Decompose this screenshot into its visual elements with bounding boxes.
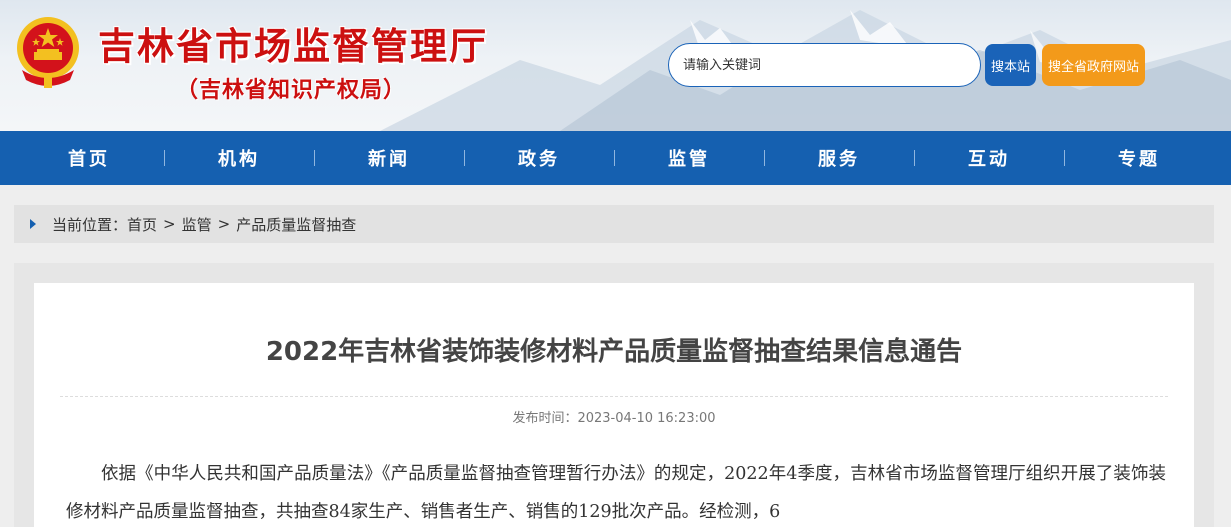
search-site-button[interactable]: 搜本站 bbox=[985, 44, 1036, 86]
triangle-right-icon bbox=[30, 219, 36, 229]
search-box bbox=[668, 43, 981, 87]
nav-item-interaction[interactable]: 互动 bbox=[914, 131, 1064, 185]
nav-item-home[interactable]: 首页 bbox=[14, 131, 164, 185]
nav-item-supervision[interactable]: 监管 bbox=[614, 131, 764, 185]
nav-item-news[interactable]: 新闻 bbox=[314, 131, 464, 185]
title-divider bbox=[60, 396, 1168, 397]
search-province-button[interactable]: 搜全省政府网站 bbox=[1042, 44, 1145, 86]
breadcrumb-separator: > bbox=[217, 215, 231, 233]
search-input[interactable] bbox=[683, 57, 963, 73]
article-body: 依据《中华人民共和国产品质量法》《产品质量监督抽查管理暂行办法》的规定，2022… bbox=[66, 464, 1166, 522]
breadcrumb-supervision-link[interactable]: 监管 bbox=[182, 214, 212, 235]
site-title: 吉林省市场监督管理厅 bbox=[98, 24, 488, 68]
breadcrumb: 当前位置： 首页 > 监管 > 产品质量监督抽查 bbox=[14, 205, 1214, 243]
breadcrumb-home-link[interactable]: 首页 bbox=[127, 214, 157, 235]
site-subtitle: （吉林省知识产权局） bbox=[176, 78, 407, 103]
site-header: 吉林省市场监督管理厅 （吉林省知识产权局） 搜本站 搜全省政府网站 bbox=[0, 0, 1231, 131]
breadcrumb-quality-inspection-link[interactable]: 产品质量监督抽查 bbox=[236, 214, 356, 235]
breadcrumb-separator: > bbox=[163, 215, 176, 233]
main-nav: 首页 机构 新闻 政务 监管 服务 互动 专题 bbox=[0, 131, 1231, 185]
nav-item-services[interactable]: 服务 bbox=[764, 131, 914, 185]
article-title: 2022年吉林省装饰装修材料产品质量监督抽查结果信息通告 bbox=[265, 337, 963, 367]
nav-item-organization[interactable]: 机构 bbox=[164, 131, 314, 185]
nav-item-government-affairs[interactable]: 政务 bbox=[464, 131, 614, 185]
national-emblem-icon bbox=[17, 17, 79, 88]
article-container: 2022年吉林省装饰装修材料产品质量监督抽查结果信息通告 发布时间：2023-0… bbox=[34, 283, 1194, 527]
nav-item-topics[interactable]: 专题 bbox=[1064, 131, 1214, 185]
breadcrumb-prefix: 当前位置： bbox=[52, 215, 128, 234]
publish-time: 发布时间：2023-04-10 16:23:00 bbox=[512, 411, 716, 426]
